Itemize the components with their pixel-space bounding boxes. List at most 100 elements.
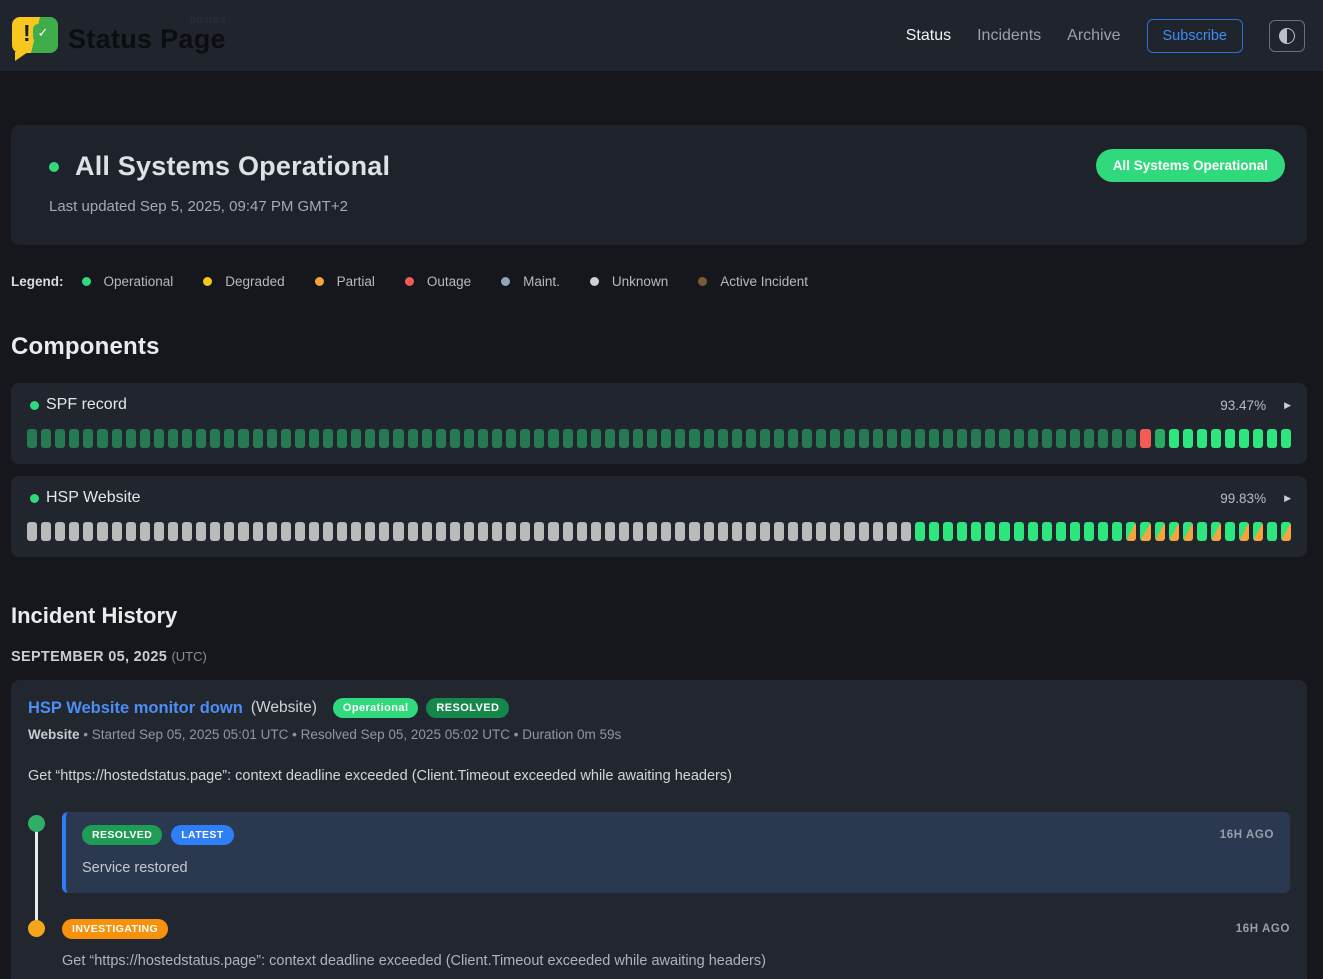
uptime-bar-unknown[interactable] <box>563 522 573 541</box>
uptime-bar-operational[interactable] <box>1056 522 1066 541</box>
uptime-bar-unknown[interactable] <box>732 522 742 541</box>
uptime-bar-operational[interactable] <box>1084 522 1094 541</box>
uptime-bar-unknown[interactable] <box>182 522 192 541</box>
uptime-bar-operational_past[interactable] <box>1112 429 1122 448</box>
subscribe-button[interactable]: Subscribe <box>1147 19 1243 53</box>
uptime-bar-operational_past[interactable] <box>1084 429 1094 448</box>
uptime-bar-operational_past[interactable] <box>224 429 234 448</box>
uptime-bar-unknown[interactable] <box>577 522 587 541</box>
uptime-bar-operational_past[interactable] <box>816 429 826 448</box>
uptime-bar-unknown[interactable] <box>379 522 389 541</box>
uptime-bar-operational_past[interactable] <box>957 429 967 448</box>
uptime-bar-operational[interactable] <box>1197 429 1207 448</box>
uptime-bar-operational_past[interactable] <box>844 429 854 448</box>
uptime-bar-unknown[interactable] <box>901 522 911 541</box>
uptime-bar-operational_past[interactable] <box>718 429 728 448</box>
expand-arrow-icon[interactable]: ▶ <box>1284 493 1291 504</box>
uptime-bar-unknown[interactable] <box>393 522 403 541</box>
uptime-bar-operational_past[interactable] <box>323 429 333 448</box>
uptime-bar-operational_past[interactable] <box>1070 429 1080 448</box>
uptime-bar-operational[interactable] <box>1281 429 1291 448</box>
uptime-bar-operational_past[interactable] <box>647 429 657 448</box>
uptime-bar-operational[interactable] <box>1267 522 1277 541</box>
uptime-bar-operational_past[interactable] <box>732 429 742 448</box>
uptime-bar-operational[interactable] <box>957 522 967 541</box>
uptime-bar-operational_past[interactable] <box>69 429 79 448</box>
uptime-bar-operational_past[interactable] <box>704 429 714 448</box>
uptime-bar-operational_past[interactable] <box>140 429 150 448</box>
uptime-bar-operational_past[interactable] <box>182 429 192 448</box>
uptime-bar-operational_past[interactable] <box>520 429 530 448</box>
uptime-bar-unknown[interactable] <box>281 522 291 541</box>
uptime-bar-operational_past[interactable] <box>506 429 516 448</box>
uptime-bar-operational_past[interactable] <box>675 429 685 448</box>
uptime-bar-operational[interactable] <box>1225 522 1235 541</box>
uptime-bar-unknown[interactable] <box>760 522 770 541</box>
uptime-bar-unknown[interactable] <box>887 522 897 541</box>
uptime-bar-operational_past[interactable] <box>436 429 446 448</box>
uptime-bar-unknown[interactable] <box>365 522 375 541</box>
uptime-bar-operational_past[interactable] <box>337 429 347 448</box>
uptime-bar-unknown[interactable] <box>323 522 333 541</box>
uptime-bar-unknown[interactable] <box>859 522 869 541</box>
uptime-bar-unknown[interactable] <box>774 522 784 541</box>
uptime-bar-operational_past[interactable] <box>661 429 671 448</box>
uptime-bar-operational_past[interactable] <box>760 429 770 448</box>
uptime-bar-operational_past[interactable] <box>83 429 93 448</box>
uptime-bar-operational[interactable] <box>1028 522 1038 541</box>
uptime-bar-operational[interactable] <box>985 522 995 541</box>
uptime-bar-partial_diag[interactable] <box>1140 522 1150 541</box>
uptime-bar-unknown[interactable] <box>520 522 530 541</box>
component-header[interactable]: HSP Website99.83%▶ <box>27 489 1291 507</box>
uptime-bar-operational_past[interactable] <box>253 429 263 448</box>
uptime-bar-partial_diag[interactable] <box>1126 522 1136 541</box>
uptime-bar-partial_diag[interactable] <box>1281 522 1291 541</box>
uptime-bar-operational[interactable] <box>929 522 939 541</box>
nav-link-status[interactable]: Status <box>906 27 951 45</box>
uptime-bar-operational_past[interactable] <box>196 429 206 448</box>
uptime-bar-unknown[interactable] <box>704 522 714 541</box>
uptime-bar-operational_past[interactable] <box>112 429 122 448</box>
uptime-bar-operational[interactable] <box>943 522 953 541</box>
uptime-bar-unknown[interactable] <box>422 522 432 541</box>
uptime-bar-unknown[interactable] <box>224 522 234 541</box>
uptime-bar-operational_past[interactable] <box>281 429 291 448</box>
uptime-bar-operational_past[interactable] <box>577 429 587 448</box>
uptime-bar-unknown[interactable] <box>97 522 107 541</box>
uptime-bar-partial_diag[interactable] <box>1169 522 1179 541</box>
uptime-bar-unknown[interactable] <box>746 522 756 541</box>
uptime-bar-unknown[interactable] <box>309 522 319 541</box>
uptime-bar-operational[interactable] <box>1112 522 1122 541</box>
uptime-bar-operational[interactable] <box>1267 429 1277 448</box>
expand-arrow-icon[interactable]: ▶ <box>1284 400 1291 411</box>
brand[interactable]: ! ✓ hosted Status Page <box>12 15 226 57</box>
uptime-bar-operational_past[interactable] <box>943 429 953 448</box>
uptime-bar-operational_past[interactable] <box>985 429 995 448</box>
uptime-bar-unknown[interactable] <box>506 522 516 541</box>
uptime-bar-operational[interactable] <box>1183 429 1193 448</box>
uptime-bar-unknown[interactable] <box>718 522 728 541</box>
uptime-bar-unknown[interactable] <box>802 522 812 541</box>
uptime-bar-operational_past[interactable] <box>408 429 418 448</box>
uptime-bar-operational_past[interactable] <box>365 429 375 448</box>
uptime-bar-outage[interactable] <box>1140 429 1150 448</box>
uptime-bar-operational_past[interactable] <box>210 429 220 448</box>
uptime-bar-operational_past[interactable] <box>788 429 798 448</box>
uptime-bar-operational[interactable] <box>1014 522 1024 541</box>
uptime-bar-operational[interactable] <box>1169 429 1179 448</box>
uptime-bar-operational_past[interactable] <box>619 429 629 448</box>
uptime-bar-unknown[interactable] <box>548 522 558 541</box>
uptime-bar-unknown[interactable] <box>478 522 488 541</box>
uptime-bar-operational[interactable] <box>1225 429 1235 448</box>
uptime-bar-operational_past[interactable] <box>393 429 403 448</box>
uptime-bar-unknown[interactable] <box>112 522 122 541</box>
uptime-bar-unknown[interactable] <box>41 522 51 541</box>
uptime-bar-unknown[interactable] <box>140 522 150 541</box>
uptime-bar-operational_past[interactable] <box>55 429 65 448</box>
uptime-bar-unknown[interactable] <box>253 522 263 541</box>
uptime-bar-unknown[interactable] <box>591 522 601 541</box>
uptime-bar-operational_past[interactable] <box>746 429 756 448</box>
uptime-bar-operational_past[interactable] <box>591 429 601 448</box>
uptime-bar-operational[interactable] <box>971 522 981 541</box>
uptime-bar-operational[interactable] <box>1042 522 1052 541</box>
